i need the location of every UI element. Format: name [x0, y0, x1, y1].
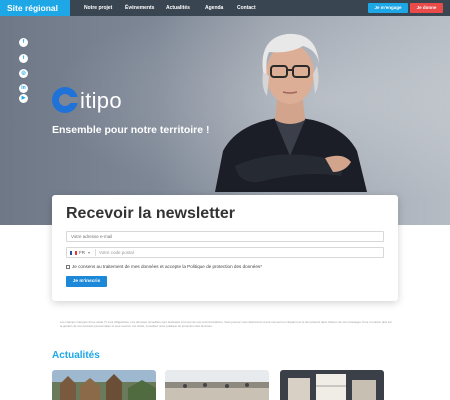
nav-evenements[interactable]: Événements	[125, 0, 154, 16]
hero-portrait-image	[215, 33, 367, 192]
chevron-down-icon[interactable]: ▾	[88, 248, 90, 257]
newsletter-title: Recevoir la newsletter	[66, 205, 235, 222]
top-navigation: Site régional Notre projet Événements Ac…	[0, 0, 450, 16]
facebook-icon[interactable]: f	[19, 38, 28, 47]
engage-button[interactable]: Je m'engage	[368, 3, 408, 13]
country-code[interactable]: FR	[79, 248, 85, 257]
hero-tagline: Ensemble pour notre territoire !	[52, 124, 210, 136]
nav-agenda[interactable]: Agenda	[205, 0, 223, 16]
logo-wordmark: itipo	[80, 88, 122, 113]
news-section-title: Actualités	[52, 350, 100, 361]
france-flag-icon	[70, 251, 77, 255]
nav-actualites[interactable]: Actualités	[166, 0, 190, 16]
site-brand[interactable]: Site régional	[0, 0, 70, 16]
subscribe-button[interactable]: Je m'inscris	[66, 276, 107, 287]
legal-disclaimer: Les champs marqués d'une étoile (*) sont…	[60, 320, 392, 328]
donate-button[interactable]: Je donne	[410, 3, 443, 13]
news-card-image[interactable]	[280, 370, 384, 400]
email-field[interactable]	[66, 231, 384, 242]
logo-c-mark	[52, 87, 78, 113]
twitter-icon[interactable]: t	[19, 54, 28, 63]
field-divider	[95, 249, 96, 256]
instagram-icon[interactable]: ◎	[19, 69, 28, 78]
news-card-image[interactable]	[165, 370, 269, 400]
youtube-icon[interactable]: ▶	[19, 94, 28, 103]
postal-code-placeholder: Votre code postal	[99, 250, 134, 255]
consent-label: Je consens au traitement de mes données …	[72, 264, 262, 269]
postal-code-field[interactable]: FR ▾ Votre code postal	[66, 247, 384, 258]
nav-notre-projet[interactable]: Notre projet	[84, 0, 112, 16]
consent-checkbox[interactable]	[66, 265, 70, 269]
nav-contact[interactable]: Contact	[237, 0, 256, 16]
newsletter-card: Recevoir la newsletter FR ▾ Votre code p…	[52, 195, 398, 301]
news-card-image[interactable]	[52, 370, 156, 400]
linkedin-icon[interactable]: in	[19, 84, 28, 93]
